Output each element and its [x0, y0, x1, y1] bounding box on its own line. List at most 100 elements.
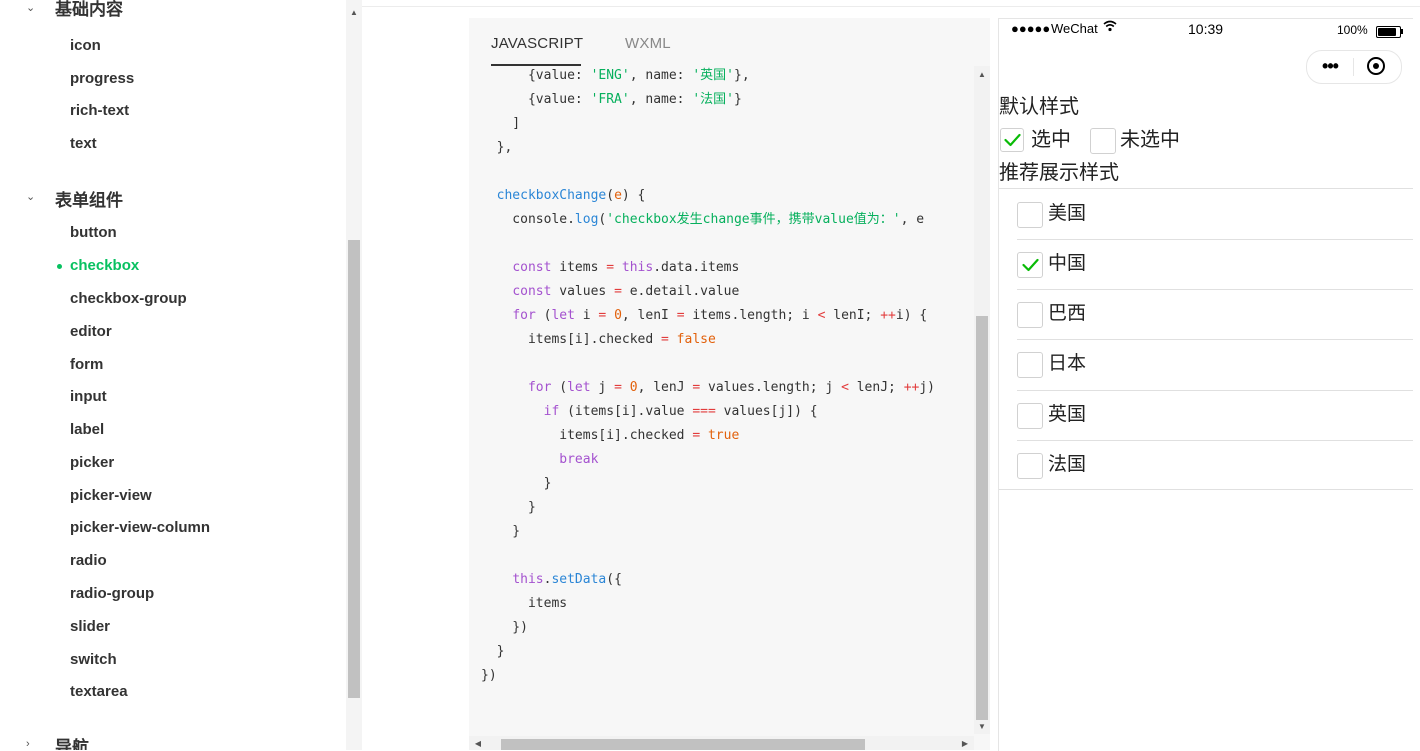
code-line: })	[481, 668, 497, 683]
chevron-down-icon[interactable]: ⌄	[26, 191, 38, 203]
list-checkbox[interactable]	[1017, 252, 1043, 278]
code-line: }	[481, 644, 505, 659]
code-line: {value: 'FRA', name: '法国'}	[481, 92, 742, 107]
code-line: items	[481, 596, 568, 611]
code-line: ]	[481, 116, 521, 131]
sidebar-item-editor[interactable]: editor	[70, 322, 112, 342]
sidebar-item-slider[interactable]: slider	[70, 617, 110, 637]
list-checkbox[interactable]	[1017, 202, 1043, 228]
sidebar-item-icon[interactable]: icon	[70, 36, 101, 56]
section-title-recommended: 推荐展示样式	[999, 162, 1119, 184]
code-line: })	[481, 620, 528, 635]
sidebar-item-checkbox[interactable]: checkbox	[70, 256, 139, 276]
default-checkbox-checked[interactable]	[1000, 128, 1024, 152]
code-line: console.log('checkbox发生change事件，携带value值…	[481, 212, 925, 227]
sidebar-scrollbar-thumb[interactable]	[348, 240, 360, 698]
sidebar-item-textarea[interactable]: textarea	[70, 682, 128, 702]
sidebar: ⌄ 基础内容 icon progress rich-text text ⌄ 表单…	[0, 0, 346, 750]
default-checkbox-unchecked[interactable]	[1090, 128, 1116, 154]
code-line: items[i].checked = true	[481, 428, 740, 443]
active-indicator-dot	[57, 264, 62, 269]
code-line: items[i].checked = false	[481, 332, 716, 347]
sidebar-item-input[interactable]: input	[70, 387, 107, 407]
scroll-up-arrow-icon[interactable]: ▲	[346, 6, 362, 20]
checkmark-icon	[1004, 133, 1021, 147]
default-checkbox-label: 未选中	[1120, 129, 1180, 151]
battery-percent: 100%	[1337, 23, 1368, 37]
code-line: }	[481, 524, 521, 539]
sidebar-item-text[interactable]: text	[70, 134, 97, 154]
battery-icon	[1376, 26, 1401, 38]
list-checkbox[interactable]	[1017, 453, 1043, 479]
list-divider	[999, 489, 1413, 490]
list-checkbox[interactable]	[1017, 302, 1043, 328]
code-line: break	[559, 452, 599, 467]
code-line: },	[481, 140, 513, 155]
code-line: checkboxChange(e) {	[496, 188, 646, 203]
checkmark-icon	[1022, 258, 1039, 272]
code-line: for (let i = 0, lenI = items.length; i <…	[512, 308, 928, 323]
list-checkbox[interactable]	[1017, 352, 1043, 378]
list-item-label: 日本	[1048, 353, 1087, 374]
sidebar-item-switch[interactable]: switch	[70, 650, 117, 670]
sidebar-item-radio-group[interactable]: radio-group	[70, 584, 154, 604]
list-item-label: 中国	[1048, 253, 1087, 274]
code-horizontal-scrollbar-thumb[interactable]	[501, 739, 865, 750]
code-editor[interactable]: {value: 'ENG', name: '英国'}, {value: 'FRA…	[469, 64, 974, 732]
code-vertical-scrollbar-thumb[interactable]	[976, 316, 988, 720]
section-title-default: 默认样式	[999, 96, 1079, 118]
list-checkbox[interactable]	[1017, 403, 1043, 429]
sidebar-item-button[interactable]: button	[70, 223, 117, 243]
capsule-divider	[1353, 58, 1354, 76]
code-line: const items = this.data.items	[512, 260, 740, 275]
code-line: }	[481, 500, 536, 515]
sidebar-section-basic-title[interactable]: 基础内容	[55, 0, 123, 20]
scroll-right-arrow-icon[interactable]: ▶	[958, 737, 972, 750]
code-line: {value: 'ENG', name: '英国'},	[481, 68, 750, 83]
status-time: 10:39	[1188, 21, 1224, 37]
code-panel: JAVASCRIPT WXML {value: 'ENG', name: '英国…	[469, 18, 990, 750]
list-item[interactable]: 中国	[999, 239, 1413, 289]
list-item-label: 法国	[1048, 454, 1087, 475]
list-item[interactable]: 英国	[999, 390, 1413, 440]
scroll-down-arrow-icon[interactable]: ▼	[974, 720, 990, 734]
sidebar-section-form-title[interactable]: 表单组件	[55, 186, 123, 211]
carrier-label: WeChat	[1051, 21, 1098, 36]
default-checkbox-label: 选中	[1031, 129, 1071, 151]
sidebar-item-picker-view-column[interactable]: picker-view-column	[70, 518, 210, 538]
sidebar-item-checkbox-group[interactable]: checkbox-group	[70, 289, 187, 309]
sidebar-item-picker[interactable]: picker	[70, 453, 114, 473]
tab-wxml[interactable]: WXML	[625, 34, 671, 54]
close-circle-icon[interactable]	[1367, 57, 1385, 75]
phone-preview: ●●●●● WeChat 10:39 100% ••• 默认样式 选中 未选中 …	[998, 18, 1413, 751]
code-line: }	[481, 476, 552, 491]
tab-javascript[interactable]: JAVASCRIPT	[491, 34, 583, 54]
list-item[interactable]: 巴西	[999, 289, 1413, 339]
miniprogram-capsule: •••	[1306, 50, 1402, 84]
sidebar-item-rich-text[interactable]: rich-text	[70, 101, 129, 121]
sidebar-item-picker-view[interactable]: picker-view	[70, 486, 152, 506]
sidebar-section-nav-title[interactable]: 导航	[55, 733, 89, 750]
sidebar-item-form[interactable]: form	[70, 355, 103, 375]
scroll-left-arrow-icon[interactable]: ◀	[471, 737, 485, 750]
signal-icon: ●●●●●	[1011, 21, 1051, 36]
list-item[interactable]: 日本	[999, 339, 1413, 389]
code-line: const values = e.detail.value	[512, 284, 740, 299]
chevron-down-icon[interactable]: ⌄	[26, 2, 38, 14]
code-line: if (items[i].value === values[j]) {	[543, 404, 818, 419]
list-item[interactable]: 法国	[999, 440, 1413, 490]
scroll-up-arrow-icon[interactable]: ▲	[974, 68, 990, 82]
more-icon[interactable]: •••	[1317, 56, 1343, 76]
battery-nub	[1401, 29, 1403, 34]
sidebar-item-radio[interactable]: radio	[70, 551, 107, 571]
sidebar-item-label[interactable]: label	[70, 420, 104, 440]
code-line: this.setData({	[512, 572, 622, 587]
wifi-icon	[1103, 20, 1117, 35]
sidebar-item-progress[interactable]: progress	[70, 69, 134, 89]
list-item-label: 英国	[1048, 404, 1087, 425]
list-item-label: 巴西	[1048, 303, 1087, 324]
list-item[interactable]: 美国	[999, 189, 1413, 239]
code-line: for (let j = 0, lenJ = values.length; j …	[527, 380, 936, 395]
chevron-right-icon[interactable]: ›	[26, 738, 38, 750]
list-item-label: 美国	[1048, 203, 1087, 224]
